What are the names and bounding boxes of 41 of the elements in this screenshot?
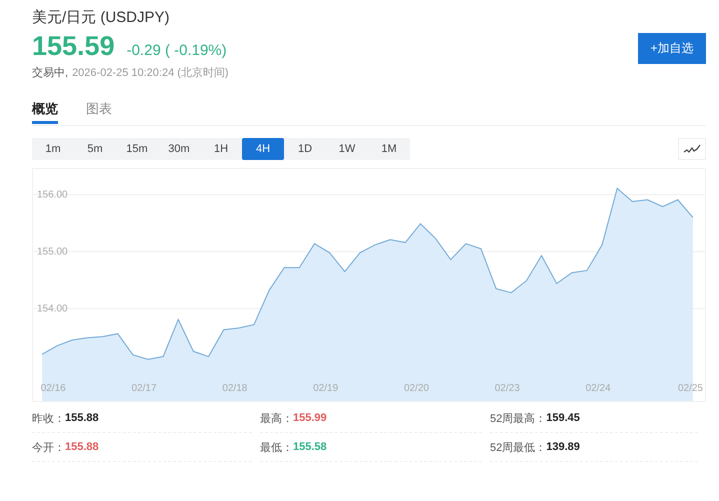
stat-label: 今开：: [32, 440, 65, 454]
x-axis-label: 02/16: [40, 383, 66, 394]
period-button[interactable]: 5m: [74, 138, 116, 160]
period-button[interactable]: 1W: [326, 138, 368, 160]
stat-value: 155.99: [293, 412, 327, 424]
x-axis-label: 02/24: [586, 383, 611, 394]
x-axis-label: 02/19: [313, 383, 338, 394]
stat-label: 昨收：: [32, 412, 65, 426]
y-axis-label: 154.00: [37, 304, 68, 315]
trading-status: 交易中,: [32, 66, 68, 80]
stat-value: 155.88: [65, 441, 99, 453]
tab[interactable]: 图表: [86, 100, 112, 124]
x-axis-label: 02/20: [404, 383, 429, 394]
y-axis-label: 155.00: [37, 246, 68, 258]
period-button[interactable]: 15m: [116, 138, 158, 160]
tab[interactable]: 概览: [32, 100, 58, 124]
stat-value: 139.89: [546, 441, 580, 453]
period-button[interactable]: 4H: [242, 138, 284, 160]
currency-pair-title: 美元/日元 (USDJPY): [32, 8, 171, 27]
period-button[interactable]: 1D: [284, 138, 326, 160]
x-axis-label: 02/17: [132, 383, 157, 394]
period-button[interactable]: 1H: [200, 138, 242, 160]
stat-value: 155.58: [293, 441, 327, 453]
line-chart-icon[interactable]: [678, 138, 706, 160]
add-watchlist-button[interactable]: +加自选: [638, 33, 706, 64]
price-change: -0.29 ( -0.19%): [126, 42, 227, 59]
stat-label: 52周最低：: [490, 440, 546, 454]
stat-label: 最低：: [260, 440, 293, 454]
x-axis-label: 02/23: [494, 383, 520, 394]
period-button[interactable]: 1M: [368, 138, 410, 160]
price: 155.59: [32, 31, 115, 62]
y-axis-label: 156.00: [37, 190, 68, 201]
stat-label: 最高：: [260, 412, 293, 426]
x-axis-label: 02/25: [678, 383, 703, 394]
stat-value: 159.45: [546, 412, 580, 424]
timestamp: 2026-02-25 10:20:24 (北京时间): [72, 66, 229, 80]
stat-value: 155.88: [65, 412, 99, 424]
period-button[interactable]: 30m: [158, 138, 200, 160]
period-button[interactable]: 1m: [32, 138, 74, 160]
x-axis-label: 02/18: [222, 383, 248, 394]
stat-label: 52周最高：: [490, 412, 546, 426]
